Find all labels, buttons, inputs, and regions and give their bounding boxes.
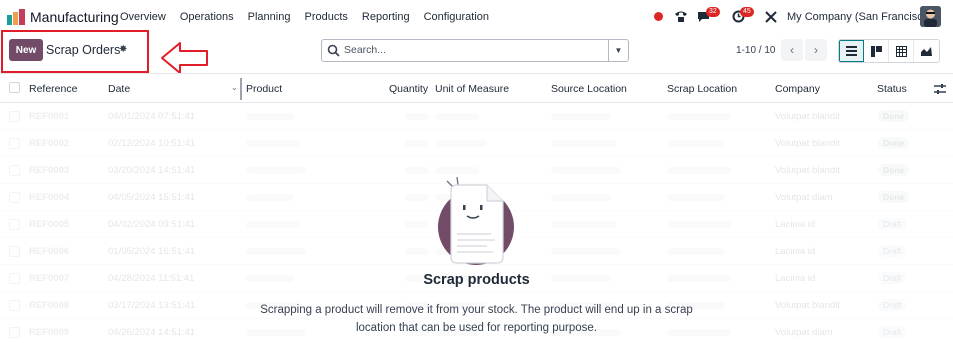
annotation-arrow-icon [161, 42, 208, 74]
user-avatar[interactable] [920, 6, 941, 27]
annotation-highlight-box [1, 30, 149, 73]
column-unit-of-measure[interactable]: Unit of Measure [435, 83, 509, 95]
menu-item-operations[interactable]: Operations [180, 11, 234, 23]
search-bar: ▼ [321, 39, 629, 62]
pivot-table-icon [895, 45, 907, 57]
sample-data-overlay [0, 103, 953, 343]
debug-tools-icon[interactable] [765, 11, 777, 23]
list-view-icon [846, 46, 857, 56]
chevron-right-icon: › [814, 43, 818, 57]
search-options-toggle[interactable]: ▼ [608, 40, 628, 61]
caret-down-icon: ▼ [614, 46, 623, 55]
recording-status-icon[interactable] [654, 12, 663, 21]
column-company[interactable]: Company [775, 83, 820, 95]
top-navbar: Manufacturing Overview Operations Planni… [0, 0, 953, 34]
column-status[interactable]: Status [877, 83, 907, 95]
list-view-button[interactable] [839, 40, 864, 62]
pager-value[interactable]: 1-10 / 10 [736, 45, 775, 56]
menu-item-reporting[interactable]: Reporting [362, 11, 410, 23]
pager-next-button[interactable]: › [805, 39, 827, 61]
company-switcher[interactable]: My Company (San Francisco) [787, 11, 933, 23]
menu-item-products[interactable]: Products [304, 11, 347, 23]
menu-item-configuration[interactable]: Configuration [424, 11, 489, 23]
menu-item-planning[interactable]: Planning [248, 11, 291, 23]
app-name[interactable]: Manufacturing [30, 9, 119, 25]
column-product[interactable]: Product [246, 83, 282, 95]
column-resize-handle[interactable] [240, 78, 242, 100]
sort-caret-icon: ⌄ [231, 83, 238, 92]
view-switcher [838, 39, 940, 63]
main-menu: Overview Operations Planning Products Re… [120, 11, 503, 23]
select-all-checkbox[interactable] [9, 82, 20, 93]
column-quantity[interactable]: Quantity [389, 83, 428, 95]
menu-item-overview[interactable]: Overview [120, 11, 166, 23]
column-reference[interactable]: Reference [29, 83, 77, 95]
graph-view-button[interactable] [914, 40, 939, 62]
search-icon [327, 44, 340, 57]
table-header: Reference Date ⌄ Product Quantity Unit o… [0, 73, 953, 103]
phone-icon[interactable] [674, 10, 688, 23]
messages-count-badge: 32 [706, 7, 720, 17]
manufacturing-app-icon[interactable] [7, 9, 25, 25]
activities-count-badge: 45 [740, 7, 754, 17]
area-chart-icon [921, 47, 932, 56]
pager-previous-button[interactable]: ‹ [781, 39, 803, 61]
search-input[interactable] [344, 44, 604, 56]
optional-columns-toggle-icon[interactable] [934, 84, 946, 94]
pivot-view-button[interactable] [889, 40, 914, 62]
column-date[interactable]: Date [108, 83, 130, 95]
column-scrap-location[interactable]: Scrap Location [667, 83, 737, 95]
kanban-view-button[interactable] [864, 40, 889, 62]
kanban-view-icon [870, 45, 882, 57]
column-source-location[interactable]: Source Location [551, 83, 627, 95]
chevron-left-icon: ‹ [790, 43, 794, 57]
